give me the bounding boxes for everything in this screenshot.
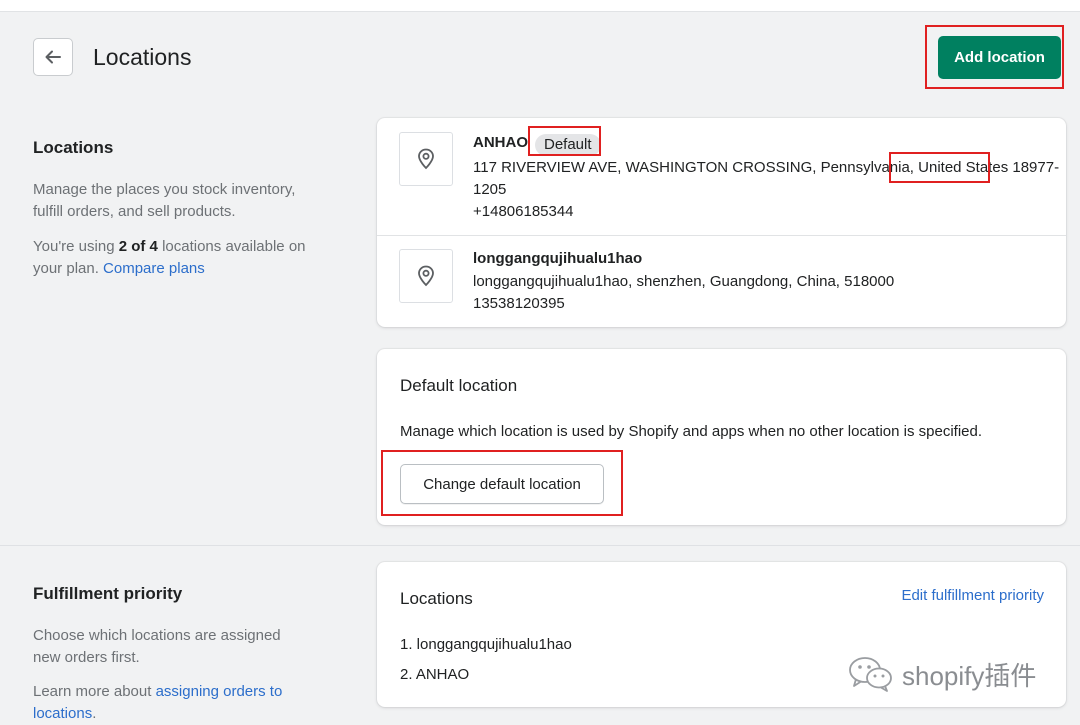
fulfillment-card-title: Locations bbox=[400, 589, 473, 608]
top-bar bbox=[0, 0, 1080, 12]
location-pin-box bbox=[399, 249, 453, 303]
locations-usage-text: You're using 2 of 4 locations available … bbox=[33, 236, 323, 280]
learn-prefix: Learn more about bbox=[33, 683, 156, 700]
edit-fulfillment-priority-link[interactable]: Edit fulfillment priority bbox=[901, 587, 1044, 604]
locations-description-text: Manage the places you stock inventory, f… bbox=[33, 181, 296, 220]
default-location-card: Default location Manage which location i… bbox=[377, 349, 1066, 525]
priority-item-2: 2. ANHAO bbox=[400, 666, 470, 683]
wechat-icon bbox=[849, 657, 892, 692]
address-country: United States bbox=[918, 159, 1009, 176]
page-title: Locations bbox=[93, 44, 192, 70]
watermark-text: shopify插件 bbox=[902, 660, 1037, 691]
usage-prefix: You're using bbox=[33, 238, 119, 255]
compare-plans-link[interactable]: Compare plans bbox=[103, 260, 205, 277]
location-phone: 13538120395 bbox=[473, 295, 565, 312]
location-address: 117 RIVERVIEW AVE, WASHINGTON CROSSING, … bbox=[473, 157, 1059, 179]
location-name: longgangqujihualu1hao bbox=[473, 250, 643, 267]
fulfillment-section-description: Choose which locations are assigned new … bbox=[33, 627, 281, 666]
default-location-description: Manage which location is used by Shopify… bbox=[400, 423, 983, 440]
fulfillment-learn-more: Learn more about assigning orders to loc… bbox=[33, 681, 313, 725]
usage-count: 2 of 4 bbox=[118, 238, 158, 255]
locations-section-title: Locations bbox=[33, 138, 114, 157]
default-location-title: Default location bbox=[400, 376, 518, 395]
location-pin-icon bbox=[418, 148, 434, 170]
location-address-line2: 1205 bbox=[473, 181, 507, 198]
default-badge: Default bbox=[535, 134, 601, 156]
back-button[interactable] bbox=[33, 38, 73, 76]
location-pin-box bbox=[399, 132, 453, 186]
location-address: longgangqujihualu1hao, shenzhen, Guangdo… bbox=[473, 273, 895, 290]
fulfillment-section-title: Fulfillment priority bbox=[33, 584, 183, 603]
location-phone: +14806185344 bbox=[473, 203, 574, 220]
location-row-longgang[interactable]: longgangqujihualu1hao longgangqujihualu1… bbox=[377, 236, 1066, 327]
arrow-left-icon bbox=[45, 50, 61, 64]
location-pin-icon bbox=[418, 265, 434, 287]
address-zip: 18977- bbox=[1008, 159, 1060, 176]
watermark: shopify插件 bbox=[848, 655, 1036, 693]
add-location-button[interactable]: Add location bbox=[938, 36, 1061, 79]
locations-list-card: ANHAO Default 117 RIVERVIEW AVE, WASHING… bbox=[377, 118, 1066, 327]
location-name: ANHAO bbox=[473, 134, 528, 151]
change-default-location-button[interactable]: Change default location bbox=[400, 464, 604, 504]
section-divider bbox=[0, 545, 1080, 546]
location-row-anhao[interactable]: ANHAO Default 117 RIVERVIEW AVE, WASHING… bbox=[377, 118, 1066, 235]
locations-section-description: Manage the places you stock inventory, f… bbox=[33, 179, 323, 223]
priority-item-1: 1. longgangqujihualu1hao bbox=[400, 636, 572, 653]
address-street: 117 RIVERVIEW AVE, WASHINGTON CROSSING, … bbox=[473, 159, 919, 176]
learn-suffix: . bbox=[92, 705, 97, 722]
